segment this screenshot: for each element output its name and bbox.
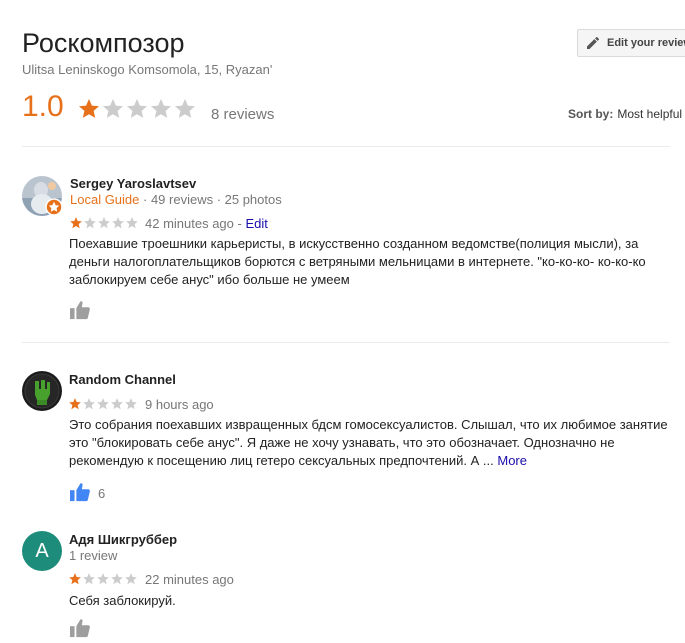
review-author-meta: Local Guide · 49 reviews · 25 photos <box>70 192 282 207</box>
place-address: Ulitsa Leninskogo Komsomola, 15, Ryazan' <box>22 62 273 77</box>
avatar-photo-icon <box>22 176 63 216</box>
star-empty-icon <box>126 217 138 229</box>
edit-link[interactable]: Edit <box>245 216 267 231</box>
sort-value: Most helpful <box>617 107 683 121</box>
star-empty-icon <box>84 217 96 229</box>
review-avatar[interactable]: A <box>22 531 62 571</box>
star-empty-icon <box>97 398 109 410</box>
average-rating: 1.0 <box>22 90 64 123</box>
review-text: Это собрания поехавших извращенных бдсм … <box>69 417 668 468</box>
star-filled-icon <box>70 217 82 229</box>
thumbs-up-icon[interactable] <box>69 300 91 320</box>
star-empty-icon <box>175 99 195 118</box>
star-empty-icon <box>151 99 171 118</box>
review-stars <box>68 572 138 586</box>
divider <box>22 146 670 147</box>
author-stats: 1 review <box>69 548 118 563</box>
star-empty-icon <box>112 217 124 229</box>
star-empty-icon <box>111 573 123 585</box>
review-date: 22 minutes ago <box>145 572 234 587</box>
review-stars <box>69 216 139 230</box>
review-text: Себя заблокируй. <box>69 593 176 608</box>
pencil-icon <box>585 35 601 51</box>
place-title: Роскомпозор <box>22 28 185 58</box>
star-empty-icon <box>111 398 123 410</box>
average-rating-stars <box>77 97 197 121</box>
star-empty-icon <box>125 573 137 585</box>
local-guide-badge: Local Guide <box>70 192 140 207</box>
green-fist-icon <box>22 371 62 411</box>
date-separator: - <box>233 216 246 231</box>
star-empty-icon <box>98 217 110 229</box>
review-date: 42 minutes ago <box>145 216 234 231</box>
author-stats: · 49 reviews · 25 photos <box>139 192 282 207</box>
star-filled-icon <box>69 573 81 585</box>
star-filled-icon <box>69 398 81 410</box>
star-empty-icon <box>125 398 137 410</box>
review-date: 9 hours ago <box>145 397 214 412</box>
edit-review-label: Edit your review <box>607 37 685 49</box>
star-filled-icon <box>79 99 99 118</box>
review-count[interactable]: 8 reviews <box>211 106 274 123</box>
review-avatar[interactable] <box>22 176 64 223</box>
sort-label: Sort by: <box>568 107 614 121</box>
thumbs-up-icon[interactable] <box>69 618 91 638</box>
review-author[interactable]: Random Channel <box>69 372 176 387</box>
star-empty-icon <box>103 99 123 118</box>
review-author[interactable]: Адя Шикгруббер <box>69 532 177 547</box>
sort-dropdown[interactable]: Sort by: Most helpful <box>568 107 682 121</box>
review-date-line: 42 minutes ago - Edit <box>145 216 268 231</box>
star-empty-icon <box>97 573 109 585</box>
review-author[interactable]: Sergey Yaroslavtsev <box>70 176 196 191</box>
divider <box>22 342 670 343</box>
review-stars <box>68 397 138 411</box>
star-empty-icon <box>127 99 147 118</box>
review-avatar[interactable] <box>22 371 62 416</box>
more-link[interactable]: More <box>497 453 527 468</box>
star-empty-icon <box>83 398 95 410</box>
review-text-container: Это собрания поехавших извращенных бдсм … <box>69 416 669 470</box>
star-empty-icon <box>83 573 95 585</box>
like-count: 6 <box>98 486 106 501</box>
review-text: Поехавшие троешники карьеристы, в искусс… <box>69 236 646 287</box>
thumbs-up-icon[interactable] <box>69 482 91 502</box>
edit-review-button[interactable]: Edit your review <box>577 29 685 57</box>
